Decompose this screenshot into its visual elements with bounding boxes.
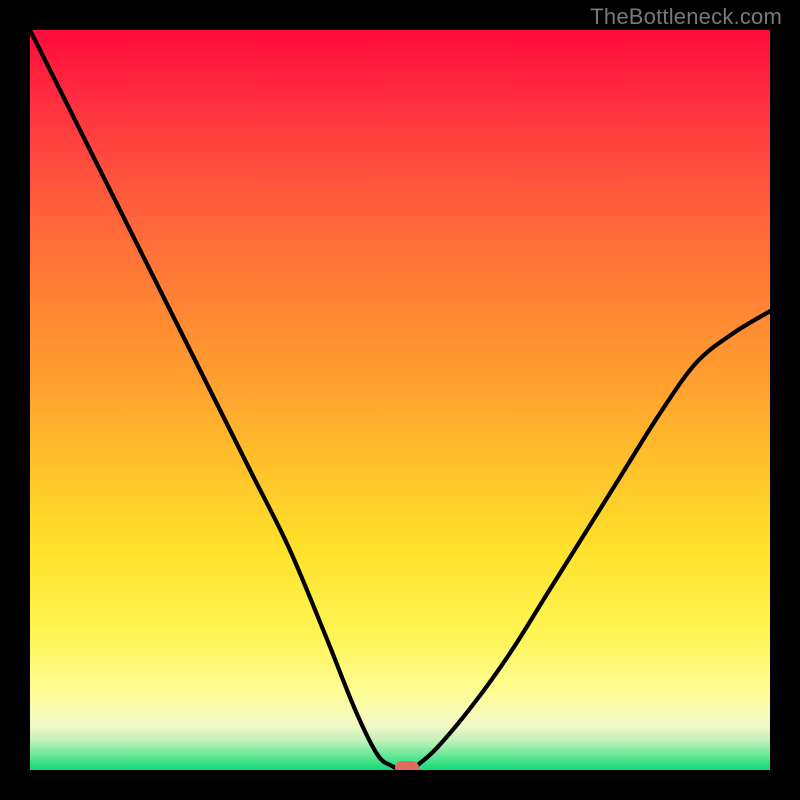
minimum-marker (395, 761, 419, 770)
chart-frame: TheBottleneck.com (0, 0, 800, 800)
watermark-text: TheBottleneck.com (590, 4, 782, 30)
plot-area (30, 30, 770, 770)
bottleneck-curve (30, 30, 770, 770)
